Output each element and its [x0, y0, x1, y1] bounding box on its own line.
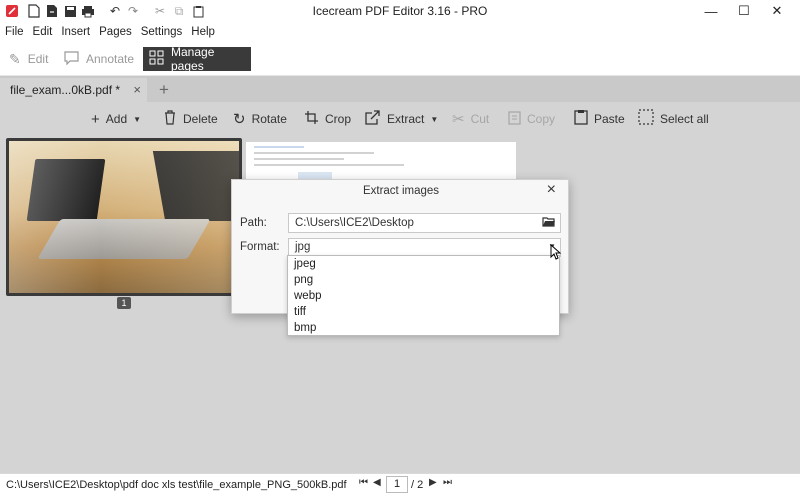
- status-bar: C:\Users\ICE2\Desktop\pdf doc xls test\f…: [0, 473, 800, 495]
- close-tab-icon[interactable]: ×: [133, 82, 141, 97]
- chevron-down-icon: ▼: [133, 114, 142, 124]
- rotate-label: Rotate: [251, 112, 287, 126]
- page-number-badge: 1: [117, 297, 131, 309]
- format-value: jpg: [295, 241, 311, 253]
- path-field[interactable]: C:\Users\ICE2\Desktop: [288, 213, 561, 233]
- path-value: C:\Users\ICE2\Desktop: [295, 217, 414, 229]
- menu-file[interactable]: File: [5, 26, 24, 38]
- copy-icon: [508, 110, 521, 129]
- dialog-title: Extract images: [362, 185, 440, 197]
- rotate-button[interactable]: ↻ Rotate: [233, 109, 287, 129]
- copy-label: Copy: [527, 112, 556, 126]
- annotate-mode-button[interactable]: Annotate: [58, 47, 140, 71]
- menu-settings[interactable]: Settings: [141, 26, 183, 38]
- crop-label: Crop: [325, 112, 352, 126]
- select-all-button[interactable]: Select all: [638, 109, 709, 129]
- close-window-button[interactable]: ✕: [754, 0, 800, 22]
- title-bar: ↶ ↷ ✂ ⧉ Icecream PDF Editor 3.16 - PRO —…: [0, 0, 800, 22]
- add-button[interactable]: + Add ▼: [91, 109, 141, 129]
- extract-icon: [365, 109, 381, 129]
- extract-button[interactable]: Extract ▼: [365, 109, 438, 129]
- folder-open-icon[interactable]: [542, 216, 555, 230]
- document-tab-strip: file_exam...0kB.pdf * × +: [0, 76, 800, 102]
- menu-pages[interactable]: Pages: [99, 26, 132, 38]
- next-page-icon[interactable]: ▶: [429, 477, 437, 488]
- format-dropdown-list: jpeg png webp tiff bmp: [287, 255, 560, 336]
- format-option-webp[interactable]: webp: [288, 288, 559, 304]
- select-all-icon: [638, 109, 654, 129]
- document-tab[interactable]: file_exam...0kB.pdf * ×: [0, 78, 147, 102]
- menu-edit[interactable]: Edit: [33, 26, 53, 38]
- menu-help[interactable]: Help: [191, 26, 215, 38]
- previous-page-icon[interactable]: ◀: [373, 477, 381, 488]
- clipboard-icon: [574, 109, 588, 129]
- manage-pages-mode-button[interactable]: Manage pages: [143, 45, 251, 73]
- cut-label: Cut: [470, 112, 490, 126]
- pages-grid-icon: [149, 50, 164, 68]
- chevron-down-icon: ▼: [430, 114, 439, 124]
- format-option-jpeg[interactable]: jpeg: [288, 256, 559, 272]
- page-toolbar: + Add ▼ Delete ↻ Rotate Crop Extract ▼ ✂…: [0, 102, 800, 136]
- page-total-text: / 2: [411, 479, 424, 491]
- close-icon[interactable]: ×: [547, 181, 556, 199]
- page-thumbnail-1[interactable]: [6, 138, 242, 296]
- path-label: Path:: [240, 217, 267, 229]
- format-option-bmp[interactable]: bmp: [288, 320, 559, 336]
- current-page-input[interactable]: 1: [386, 476, 408, 493]
- paste-label: Paste: [594, 112, 625, 126]
- rotate-icon: ↻: [233, 111, 246, 128]
- comment-icon: [64, 50, 79, 68]
- paste-button[interactable]: Paste: [574, 109, 625, 129]
- plus-icon: +: [91, 110, 100, 128]
- add-label: Add: [105, 112, 128, 126]
- delete-button[interactable]: Delete: [163, 109, 218, 129]
- copy-button[interactable]: Copy: [508, 109, 555, 129]
- crop-icon: [304, 110, 319, 129]
- last-page-icon[interactable]: ⏭: [443, 477, 452, 488]
- format-option-png[interactable]: png: [288, 272, 559, 288]
- mode-bar: ✎ Edit Annotate Manage pages: [0, 42, 800, 76]
- format-label: Format:: [240, 241, 280, 253]
- menu-insert[interactable]: Insert: [61, 26, 90, 38]
- cut-button[interactable]: ✂ Cut: [452, 109, 489, 129]
- select-all-label: Select all: [660, 112, 709, 126]
- annotate-mode-label: Annotate: [86, 52, 135, 66]
- manage-pages-mode-label: Manage pages: [171, 45, 215, 73]
- page-thumbnail-2[interactable]: [246, 142, 516, 180]
- window-title: Icecream PDF Editor 3.16 - PRO: [312, 4, 488, 18]
- crop-button[interactable]: Crop: [304, 109, 351, 129]
- scissors-icon: ✂: [452, 111, 465, 128]
- file-path-text: C:\Users\ICE2\Desktop\pdf doc xls test\f…: [6, 479, 347, 491]
- delete-label: Delete: [183, 112, 218, 126]
- extract-label: Extract: [387, 112, 425, 126]
- format-option-tiff[interactable]: tiff: [288, 304, 559, 320]
- pencil-icon: ✎: [9, 50, 21, 67]
- add-tab-button[interactable]: +: [152, 79, 176, 101]
- edit-mode-button[interactable]: ✎ Edit: [3, 47, 54, 71]
- first-page-icon[interactable]: ⏮: [359, 477, 368, 488]
- trash-icon: [163, 109, 177, 129]
- document-tab-label: file_exam...0kB.pdf *: [10, 83, 121, 97]
- menu-bar: File Edit Insert Pages Settings Help: [0, 22, 800, 42]
- edit-mode-label: Edit: [27, 52, 49, 66]
- mouse-cursor-icon: [550, 243, 562, 260]
